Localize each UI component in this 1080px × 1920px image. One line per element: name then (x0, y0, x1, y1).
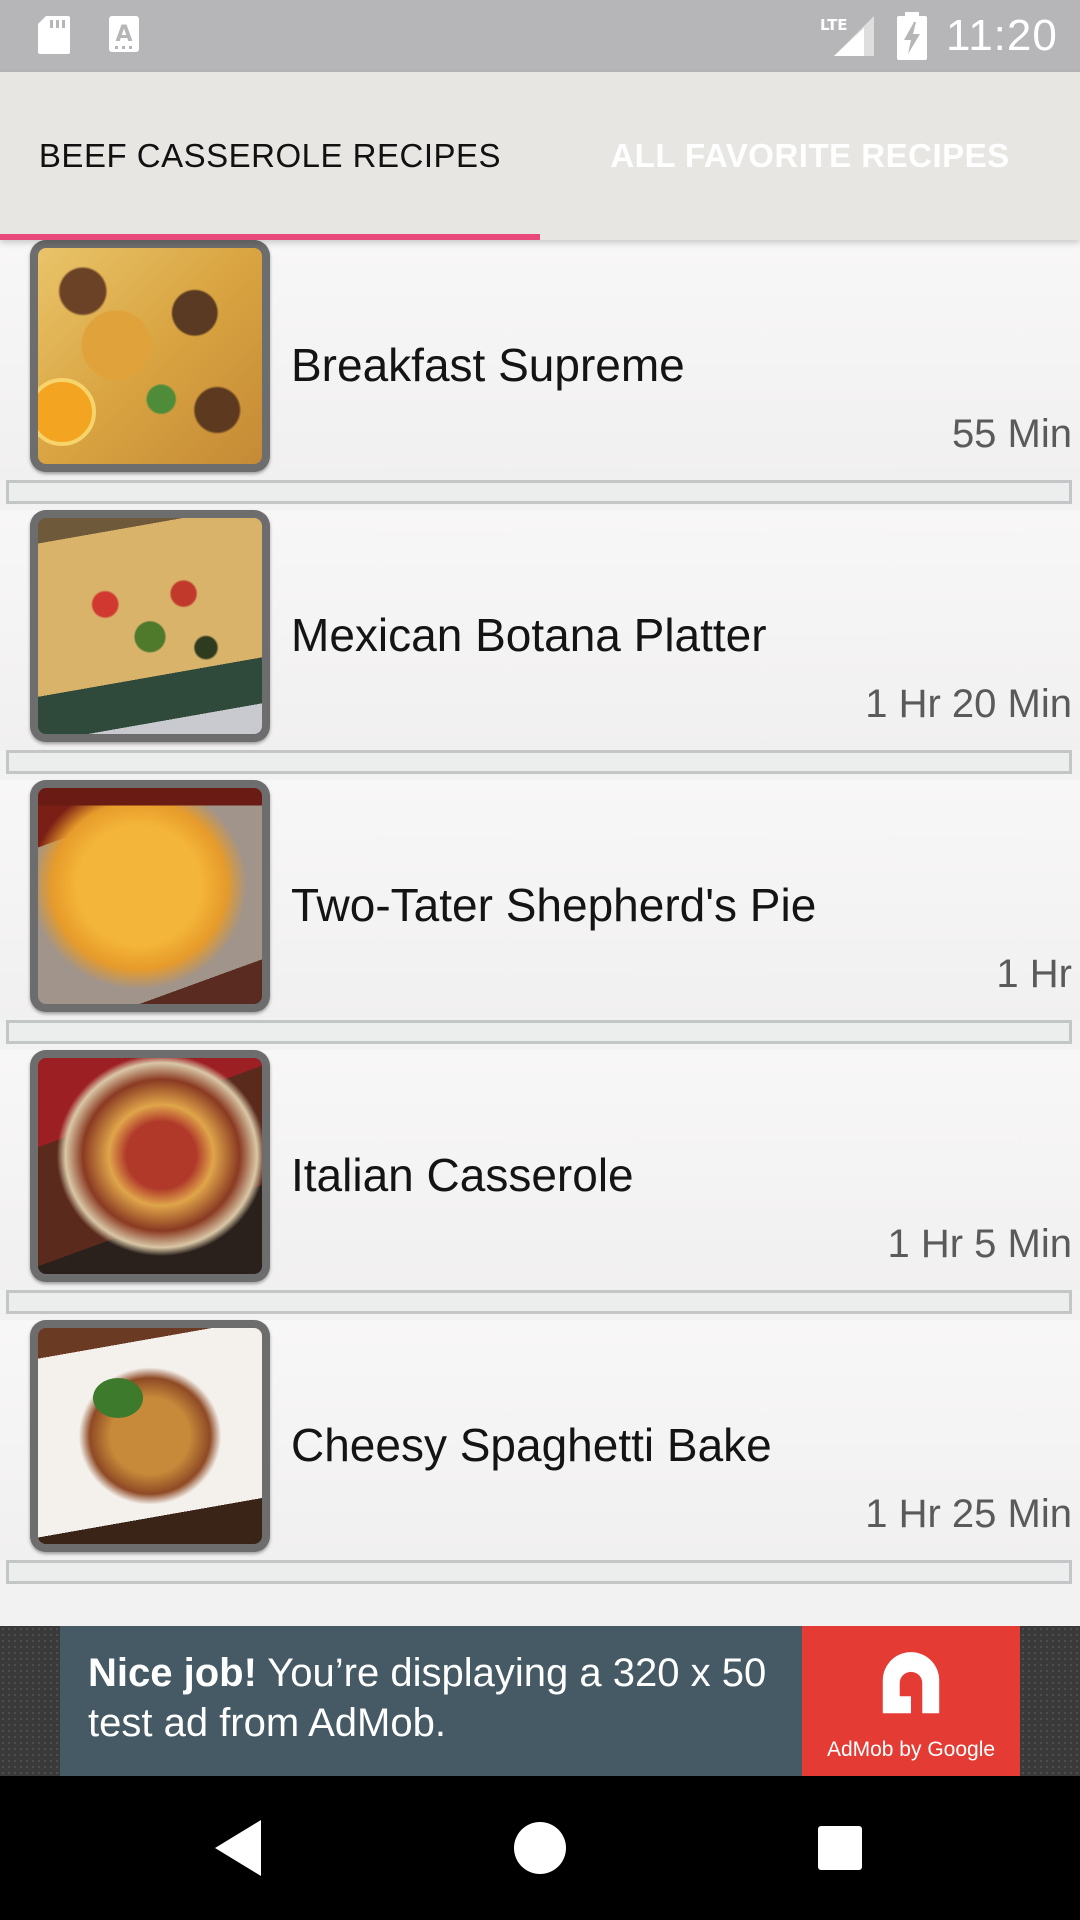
back-icon[interactable] (203, 1812, 275, 1884)
recipe-title: Italian Casserole (291, 1149, 634, 1201)
tab-bar: BEEF CASSEROLE RECIPES ALL FAVORITE RECI… (0, 72, 1080, 240)
font-a-icon: A (109, 16, 139, 52)
navigation-bar (0, 1776, 1080, 1920)
list-divider (6, 750, 1072, 774)
recipe-thumbnail (30, 780, 270, 1012)
recents-icon[interactable] (804, 1812, 876, 1884)
admob-logo-caption: AdMob by Google (826, 1738, 996, 1761)
cheesy-spaghetti-bake-image (38, 1328, 262, 1544)
recipe-title: Mexican Botana Platter (291, 609, 767, 661)
battery-charging-icon (897, 12, 927, 60)
admob-logo: AdMob by Google (802, 1626, 1020, 1776)
ad-container: Nice job! You’re displaying a 320 x 50 t… (0, 1626, 1080, 1776)
recipe-time: 1 Hr 5 Min (887, 1222, 1073, 1266)
admob-test-ad[interactable]: Nice job! You’re displaying a 320 x 50 t… (60, 1626, 1020, 1776)
recipe-time: 1 Hr (996, 952, 1072, 996)
recipe-item-breakfast-supreme[interactable]: Breakfast Supreme 55 Min (0, 240, 1080, 480)
status-bar: A LTE 11:20 (0, 0, 1080, 72)
list-divider (6, 1290, 1072, 1314)
lte-signal-icon: LTE (820, 16, 874, 56)
recipe-thumbnail (30, 1320, 270, 1552)
breakfast-supreme-image (38, 248, 262, 464)
recipe-item-cheesy-spaghetti-bake[interactable]: Cheesy Spaghetti Bake 1 Hr 25 Min (0, 1320, 1080, 1560)
svg-text:A: A (115, 22, 132, 47)
clock: 11:20 (946, 11, 1058, 60)
ad-text: Nice job! You’re displaying a 320 x 50 t… (88, 1648, 808, 1748)
recipe-title: Breakfast Supreme (291, 339, 685, 391)
recipe-thumbnail (30, 510, 270, 742)
recipe-list[interactable]: Breakfast Supreme 55 Min Mexican Botana … (0, 240, 1080, 1626)
recipe-time: 1 Hr 25 Min (865, 1492, 1072, 1536)
mexican-botana-platter-image (38, 518, 262, 734)
recipe-item-italian-casserole[interactable]: Italian Casserole 1 Hr 5 Min (0, 1050, 1080, 1290)
recipe-time: 1 Hr 20 Min (865, 682, 1072, 726)
list-divider (6, 1020, 1072, 1044)
home-icon[interactable] (504, 1812, 576, 1884)
recipe-item-two-tater-shepherds-pie[interactable]: Two-Tater Shepherd's Pie 1 Hr (0, 780, 1080, 1020)
recipe-time: 55 Min (951, 412, 1072, 456)
recipe-title: Two-Tater Shepherd's Pie (291, 879, 817, 931)
tab-all-favorite-recipes[interactable]: ALL FAVORITE RECIPES (540, 72, 1080, 240)
network-type: LTE (820, 16, 848, 34)
admob-logo-icon (882, 1652, 940, 1714)
italian-casserole-image (38, 1058, 262, 1274)
recipe-thumbnail (30, 1050, 270, 1282)
list-divider (6, 1560, 1072, 1584)
two-tater-shepherds-pie-image (38, 788, 262, 1004)
sd-card-icon (38, 16, 70, 54)
tab-indicator (0, 234, 540, 240)
ad-headline: Nice job! (88, 1651, 257, 1695)
recipe-thumbnail (30, 240, 270, 472)
orange-slice (38, 378, 96, 446)
recipe-item-mexican-botana-platter[interactable]: Mexican Botana Platter 1 Hr 20 Min (0, 510, 1080, 750)
list-divider (6, 480, 1072, 504)
tab-beef-casserole-recipes[interactable]: BEEF CASSEROLE RECIPES (0, 72, 540, 240)
parsley-garnish (93, 1378, 143, 1418)
recipe-title: Cheesy Spaghetti Bake (291, 1419, 772, 1471)
